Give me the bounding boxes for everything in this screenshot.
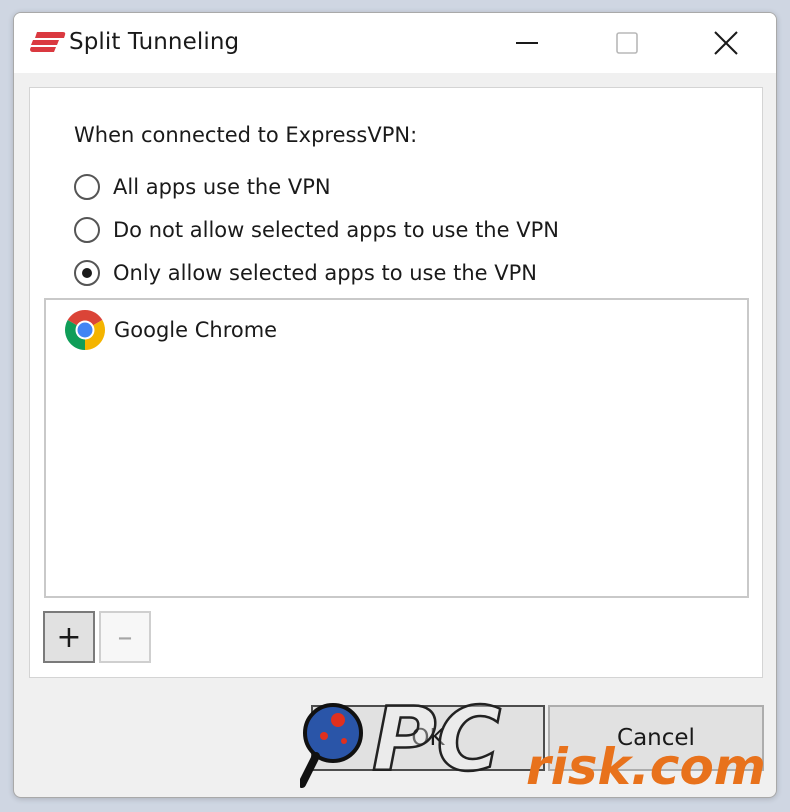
close-icon [714, 31, 738, 55]
remove-app-button: – [99, 611, 151, 663]
radio-option-exclude-selected[interactable]: Do not allow selected apps to use the VP… [74, 215, 559, 245]
list-item[interactable]: Google Chrome [64, 308, 277, 352]
pcrisk-watermark-logo: PC risk.com [300, 688, 766, 796]
window-title: Split Tunneling [69, 29, 240, 55]
svg-text:PC: PC [372, 688, 501, 791]
add-app-button[interactable]: + [43, 611, 95, 663]
maximize-icon [616, 32, 638, 54]
expressvpn-logo-icon [30, 32, 66, 52]
radio-option-only-selected[interactable]: Only allow selected apps to use the VPN [74, 258, 537, 288]
minimize-button[interactable] [492, 13, 562, 73]
app-name: Google Chrome [114, 318, 278, 342]
radio-button-selected[interactable] [74, 260, 100, 286]
connection-heading: When connected to ExpressVPN: [74, 123, 418, 147]
title-bar[interactable]: Split Tunneling [14, 13, 776, 73]
app-list[interactable]: Google Chrome [44, 298, 749, 598]
settings-panel: When connected to ExpressVPN: All apps u… [29, 87, 763, 678]
split-tunneling-window: Split Tunneling When connected to Expres… [13, 12, 777, 798]
maximize-button [592, 13, 662, 73]
radio-button[interactable] [74, 174, 100, 200]
minimize-icon [516, 42, 538, 44]
chrome-icon [65, 310, 105, 350]
radio-button[interactable] [74, 217, 100, 243]
radio-label: All apps use the VPN [113, 175, 331, 199]
radio-label: Only allow selected apps to use the VPN [113, 261, 537, 285]
radio-label: Do not allow selected apps to use the VP… [113, 218, 559, 242]
svg-text:risk.com: risk.com [526, 738, 766, 796]
radio-option-all-apps[interactable]: All apps use the VPN [74, 172, 331, 202]
close-button[interactable] [691, 13, 761, 73]
